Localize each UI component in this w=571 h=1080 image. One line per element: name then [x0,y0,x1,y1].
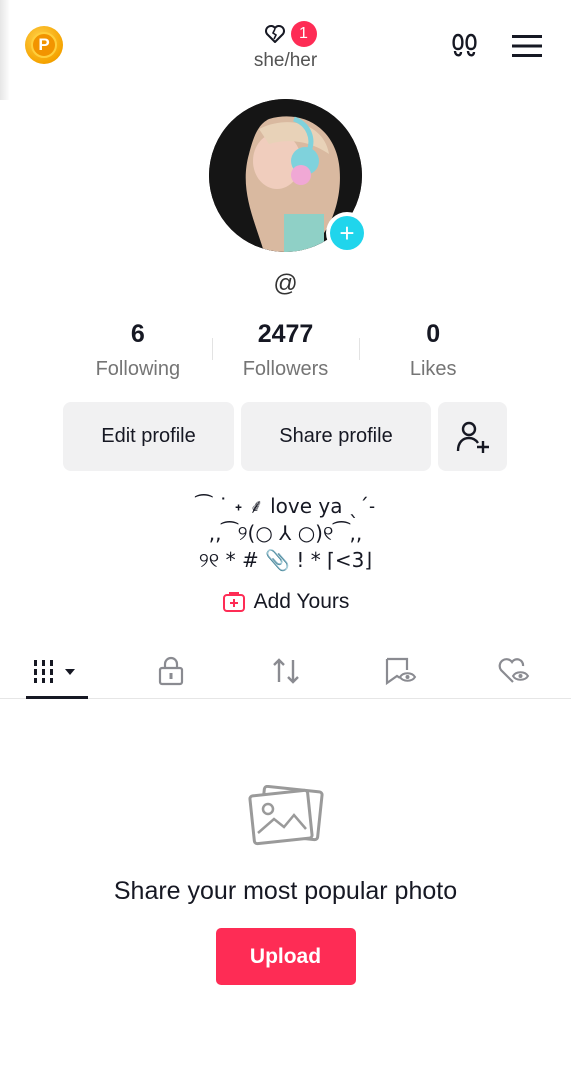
plus-icon: + [330,216,364,250]
bookmark-eye-icon [385,657,416,685]
bio-line: ୨୧ * # 📎 ! * ⌈<3⌋ [198,548,373,572]
notification-badge: 1 [290,21,317,47]
bio: ⁀ ˙ ˖ ⸙ love ya ˎˊ˗ ,,⁀୨(○ ⅄ ○)୧⁀,, ୨୧ *… [0,493,571,574]
tab-favorites[interactable] [343,643,457,698]
content-tabs [0,643,571,699]
repost-icon [272,657,299,684]
add-story-button[interactable]: + [326,212,368,254]
stat-following[interactable]: 6 Following [64,320,212,381]
following-label: Following [95,358,181,380]
likes-label: Likes [409,358,457,380]
stat-likes[interactable]: 0 Likes [359,320,507,381]
footprints-button[interactable] [449,30,481,62]
photos-icon [247,784,324,846]
footprints-icon [452,33,477,57]
tab-reposts[interactable] [228,643,342,698]
bio-line: ,,⁀୨(○ ⅄ ○)୧⁀,, [208,521,363,545]
menu-button[interactable] [511,30,543,62]
add-user-icon [456,421,489,453]
broken-heart-icon [264,25,285,43]
empty-state: Share your most popular photo Upload [0,784,571,985]
likes-count: 0 [426,320,441,348]
followers-count: 2477 [257,320,314,348]
tab-liked[interactable] [457,643,571,698]
profile-actions: Edit profile Share profile [63,402,507,471]
share-profile-button[interactable]: Share profile [241,402,431,471]
username[interactable]: @ [0,270,571,298]
edit-profile-button[interactable]: Edit profile [63,402,234,471]
tab-videos[interactable] [0,643,114,699]
upload-button[interactable]: Upload [215,928,356,985]
add-yours-link[interactable]: Add Yours [0,590,571,614]
add-yours-icon [222,592,245,612]
add-friends-button[interactable] [438,402,507,471]
heart-eye-icon [498,657,530,683]
stats-row: 6 Following 2477 Followers 0 Likes [64,320,507,381]
username-at: @ [273,270,298,297]
hamburger-menu-icon [512,35,542,57]
avatar-container[interactable]: + [209,99,368,254]
bio-line: ⁀ ˙ ˖ ⸙ love ya ˎˊ˗ [195,494,376,518]
stat-followers[interactable]: 2477 Followers [212,320,360,381]
followers-label: Followers [242,358,329,380]
following-count: 6 [130,320,145,348]
add-yours-label: Add Yours [253,590,350,613]
tab-private[interactable] [114,643,228,698]
empty-state-title: Share your most popular photo [113,877,458,905]
lock-icon [159,656,184,685]
header-right [449,30,543,62]
grid-icon [34,659,76,683]
